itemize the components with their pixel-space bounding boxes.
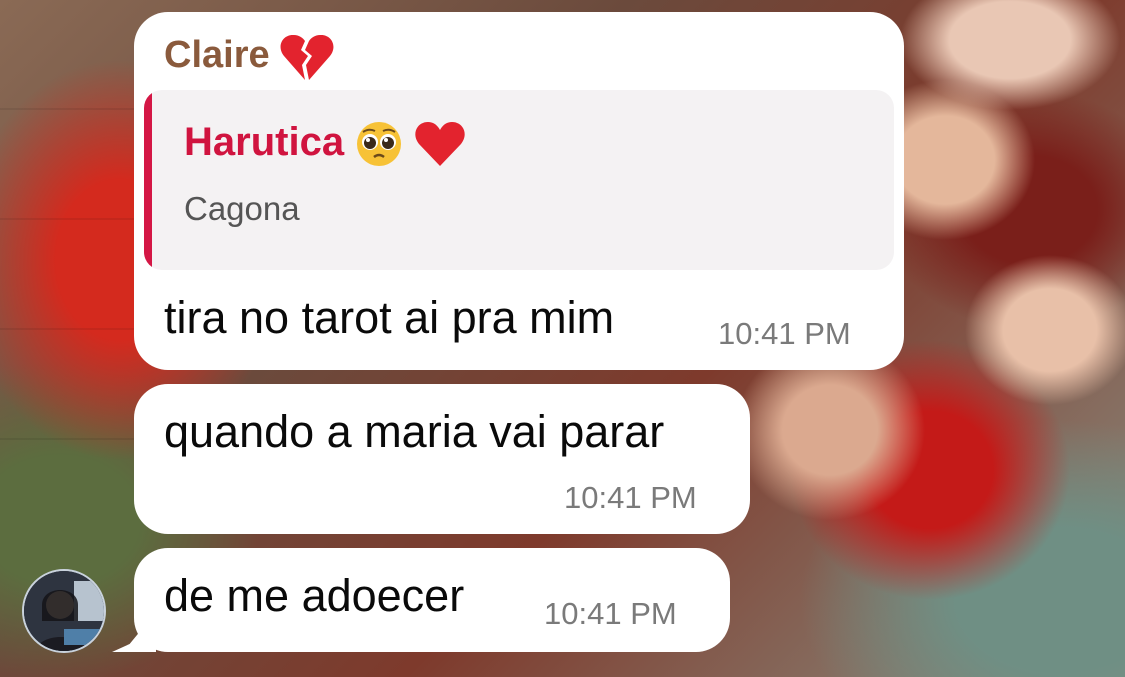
background-wall	[0, 0, 140, 440]
message-text: de me adoecer	[164, 570, 465, 621]
message-bubble[interactable]: quando a maria vai parar 10:41 PM	[134, 384, 750, 534]
sender-name-row[interactable]: Claire	[164, 32, 334, 82]
reply-preview[interactable]: Harutica Cagona	[144, 90, 894, 270]
chat-view: Claire Harutica Cagona tira no tarot ai …	[0, 0, 1125, 677]
reply-author-name: Harutica	[184, 120, 345, 164]
message-bubble[interactable]: de me adoecer 10:41 PM	[134, 548, 730, 652]
sender-name[interactable]: Claire	[164, 34, 270, 76]
sender-avatar[interactable]	[22, 569, 106, 653]
reply-accent-bar	[144, 90, 152, 270]
reply-text: Cagona	[184, 190, 300, 227]
user-avatar-icon	[24, 571, 104, 651]
message-bubble[interactable]: Claire Harutica Cagona tira no tarot ai …	[134, 12, 904, 370]
broken-heart-icon	[280, 34, 334, 80]
red-heart-icon	[415, 122, 465, 167]
message-time: 10:41 PM	[718, 316, 851, 351]
message-time: 10:41 PM	[564, 480, 697, 515]
message-time: 10:41 PM	[544, 596, 677, 631]
message-text: quando a maria vai parar	[164, 406, 665, 457]
reply-author-row: Harutica	[184, 120, 466, 168]
message-text: tira no tarot ai pra mim	[164, 292, 615, 343]
pleading-face-icon	[357, 122, 402, 167]
